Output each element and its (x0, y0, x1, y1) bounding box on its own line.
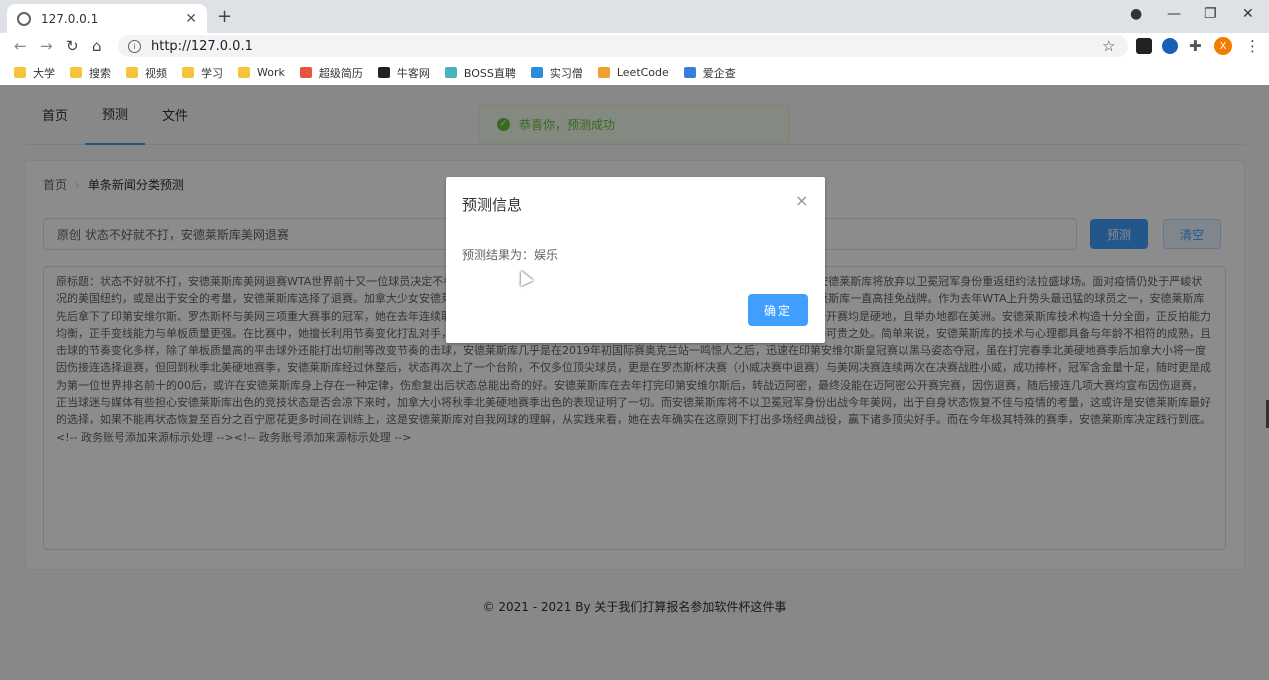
bookmark-label: 学习 (201, 66, 223, 80)
url-text: http://127.0.0.1 (151, 38, 253, 54)
home-icon[interactable]: ⌂ (92, 37, 102, 55)
bookmark-label: LeetCode (616, 66, 669, 79)
bookmark-item[interactable]: Work (238, 66, 285, 79)
maximize-button[interactable]: ❐ (1204, 6, 1217, 22)
prediction-dialog: 预测信息 × 预测结果为：娱乐 确定 (446, 177, 825, 343)
browser-toolbar: ← → ↻ ⌂ i http://127.0.0.1 ☆ ✚ X ⋮ (0, 33, 1269, 60)
bookmark-item[interactable]: 超级简历 (299, 65, 363, 81)
bookmark-label: 大学 (33, 66, 55, 80)
aiqicha-icon (683, 67, 696, 78)
confirm-button[interactable]: 确定 (748, 294, 808, 326)
new-tab-button[interactable]: + (217, 6, 232, 27)
check-extension-icon[interactable] (1162, 38, 1178, 54)
back-icon[interactable]: ← (14, 37, 27, 55)
bookmarks-bar: 大学 搜索 视频 学习 Work 超级简历 牛客网 BOSS直聘 实习僧 LeetCode 爱企查 (0, 60, 1269, 85)
bookmark-label: 爱企查 (702, 66, 736, 80)
bookmark-item[interactable]: 实习僧 (530, 65, 583, 81)
bookmark-item[interactable]: 搜索 (70, 65, 111, 81)
folder-icon (14, 67, 26, 78)
boss-icon (444, 67, 457, 78)
reload-icon[interactable]: ↻ (66, 37, 79, 55)
dialog-title: 预测信息 (462, 196, 523, 214)
site-info-icon[interactable]: i (128, 39, 141, 53)
bookmark-item[interactable]: 学习 (182, 65, 223, 81)
leetcode-icon (597, 67, 610, 78)
modal-overlay[interactable] (0, 85, 1269, 680)
bookmark-item[interactable]: LeetCode (597, 66, 669, 79)
browser-tab[interactable]: 127.0.0.1 ✕ (7, 4, 207, 33)
bookmark-item[interactable]: BOSS直聘 (444, 65, 516, 81)
bookmark-star-icon[interactable]: ☆ (1102, 37, 1115, 55)
forward-icon[interactable]: → (40, 37, 53, 55)
window-close-button[interactable]: ✕ (1242, 6, 1254, 22)
address-bar[interactable]: i http://127.0.0.1 (118, 35, 1128, 57)
extension-icon[interactable] (1136, 38, 1152, 54)
tab-title: 127.0.0.1 (41, 11, 99, 26)
folder-icon (238, 67, 250, 78)
close-icon[interactable]: × (795, 191, 808, 210)
resume-icon (299, 67, 312, 78)
nowcoder-icon (377, 67, 390, 78)
shixiseng-icon (530, 67, 543, 78)
bookmark-label: 牛客网 (396, 66, 430, 80)
puzzle-icon[interactable]: ✚ (1189, 37, 1202, 55)
profile-menu-icon[interactable]: ● (1130, 6, 1142, 22)
folder-icon (182, 67, 194, 78)
bookmark-label: 搜索 (89, 66, 111, 80)
bookmark-label: BOSS直聘 (463, 66, 516, 80)
folder-icon (126, 67, 138, 78)
minimize-button[interactable]: — (1167, 6, 1181, 22)
bookmark-item[interactable]: 爱企查 (683, 65, 736, 81)
bookmark-label: 视频 (145, 66, 167, 80)
globe-icon (17, 11, 31, 26)
bookmark-item[interactable]: 牛客网 (377, 65, 430, 81)
bookmark-label: Work (257, 66, 285, 79)
tab-close-icon[interactable]: ✕ (185, 11, 197, 27)
menu-icon[interactable]: ⋮ (1245, 37, 1260, 55)
bookmark-label: 超级简历 (318, 66, 363, 80)
bookmark-label: 实习僧 (549, 66, 583, 80)
bookmark-item[interactable]: 视频 (126, 65, 167, 81)
bookmark-item[interactable]: 大学 (14, 65, 55, 81)
prediction-result: 预测结果为：娱乐 (462, 248, 559, 262)
avatar[interactable]: X (1214, 37, 1232, 55)
browser-tab-bar: 127.0.0.1 ✕ + ● — ❐ ✕ (0, 0, 1269, 33)
folder-icon (70, 67, 82, 78)
